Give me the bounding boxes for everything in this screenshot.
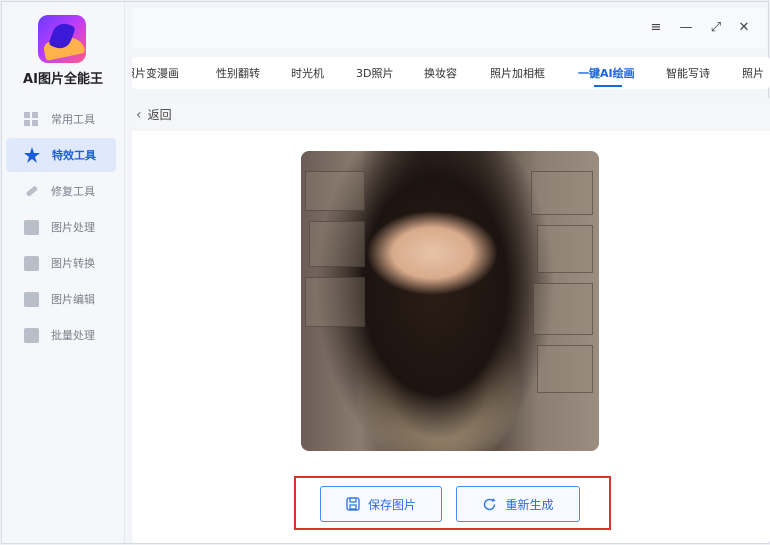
image-icon [24,219,39,235]
stone-block [305,171,365,211]
active-tab-indicator [594,85,622,87]
sidebar-item-common-tools[interactable]: 常用工具 [6,102,116,136]
menu-icon[interactable]: ≡ [648,20,664,36]
stone-block [537,225,593,273]
sidebar-item-label: 图片处理 [51,221,95,234]
regenerate-label: 重新生成 [505,497,554,512]
tab-time-machine[interactable]: 时光机 [291,65,324,81]
app-title: AI图片全能王 [23,72,103,87]
tab-photo-more[interactable]: 照片 [742,65,764,81]
stone-block [531,171,593,215]
maximize-button[interactable]: ⤢ [708,20,724,36]
back-label: 返回 [147,108,172,122]
sidebar-item-batch-processing[interactable]: 批量处理 [6,318,116,352]
save-image-label: 保存图片 [367,497,416,512]
upload-icon [24,327,39,343]
sidebar-item-label: 常用工具 [51,113,95,126]
stone-block [537,345,593,393]
tab-gender-swap[interactable]: 性别翻转 [216,65,260,81]
grid-icon [24,111,39,127]
sidebar-item-effect-tools[interactable]: 特效工具 [6,138,116,172]
title-bar: ≡ — ⤢ ✕ [132,8,766,48]
tab-photo-to-cartoon[interactable]: 照片变漫画 [132,65,179,81]
stone-block [309,221,365,267]
minimize-button[interactable]: — [678,20,694,36]
refresh-icon [484,497,496,510]
save-image-button[interactable]: 保存图片 [320,486,442,522]
sidebar: AI图片全能王 常用工具 特效工具 修复工具 图片处理 图片转换 图片编辑 批量… [2,2,125,543]
save-icon [346,497,360,511]
convert-icon [24,255,39,271]
stone-block [305,277,365,327]
edit-icon [24,291,39,307]
tab-ai-painting[interactable]: 一键AI绘画 [578,65,635,81]
close-button[interactable]: ✕ [736,20,752,36]
sidebar-item-label: 修复工具 [51,185,95,198]
generated-image [301,151,599,451]
sidebar-item-repair-tools[interactable]: 修复工具 [6,174,116,208]
sidebar-item-image-convert[interactable]: 图片转换 [6,246,116,280]
chevron-left-icon: ‹ [136,106,142,123]
sidebar-item-label: 图片转换 [51,257,95,270]
sidebar-item-label: 特效工具 [52,149,96,162]
feature-tabs: 照片变漫画 性别翻转 时光机 3D照片 换妆容 照片加相框 一键AI绘画 智能写… [132,57,770,89]
tab-smart-poem[interactable]: 智能写诗 [666,65,710,81]
tab-photo-frame[interactable]: 照片加相框 [490,65,545,81]
stone-block [533,283,593,335]
sidebar-item-image-edit[interactable]: 图片编辑 [6,282,116,316]
app-window: AI图片全能王 常用工具 特效工具 修复工具 图片处理 图片转换 图片编辑 批量… [1,1,770,544]
app-logo [38,15,86,63]
tab-makeup[interactable]: 换妆容 [424,65,457,81]
sidebar-item-label: 批量处理 [51,329,95,342]
back-button[interactable]: ‹ 返回 [132,98,770,131]
tab-3d-photo[interactable]: 3D照片 [356,65,393,81]
regenerate-button[interactable]: 重新生成 [456,486,580,522]
bandage-icon [24,184,39,199]
star-icon [24,147,40,163]
sidebar-item-label: 图片编辑 [51,293,95,306]
sidebar-item-image-processing[interactable]: 图片处理 [6,210,116,244]
